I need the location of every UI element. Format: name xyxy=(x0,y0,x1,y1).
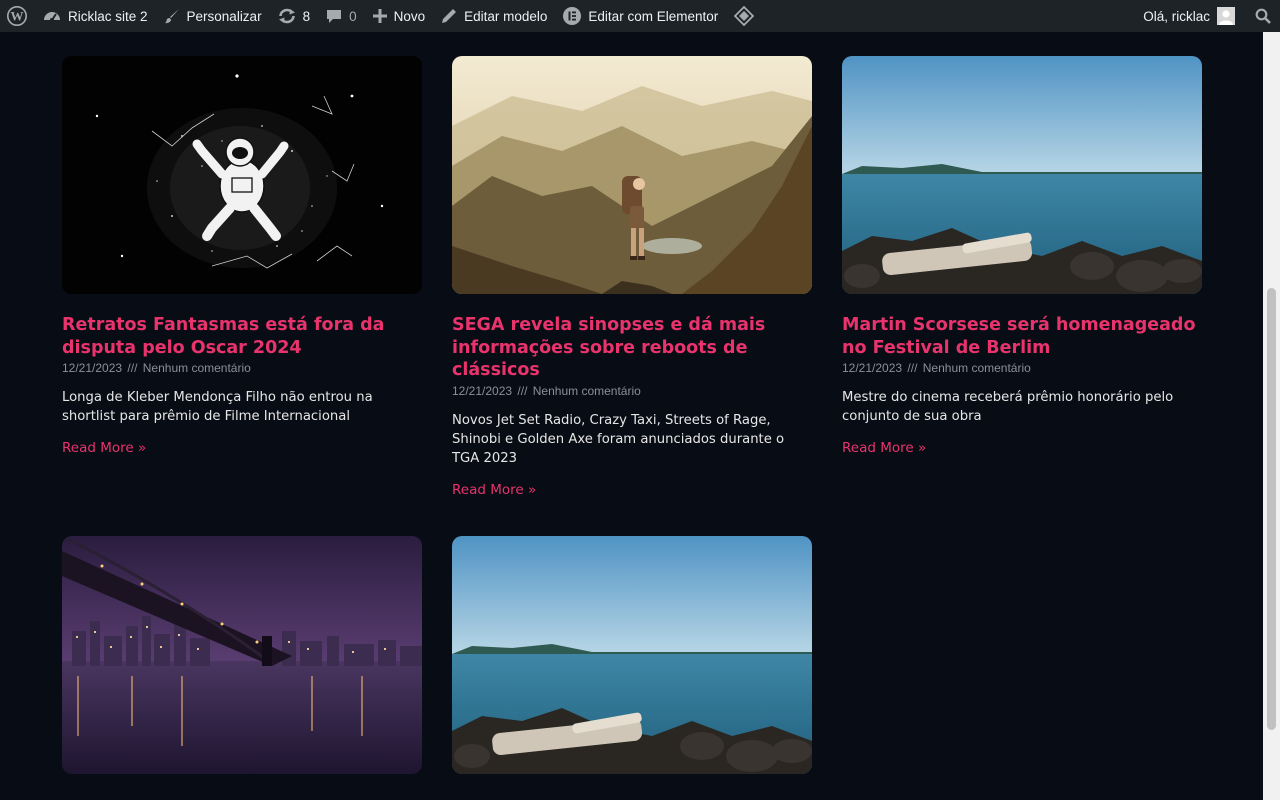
post-date: 12/21/2023 xyxy=(62,361,123,375)
post-title[interactable]: SEGA revela sinopses e dá mais informaçõ… xyxy=(452,314,812,382)
edit-elementor-link[interactable]: Editar com Elementor xyxy=(555,0,726,32)
paintbrush-icon xyxy=(164,8,180,24)
bridge-night-image xyxy=(62,536,422,774)
post-comments: Nenhum comentário xyxy=(532,383,641,398)
updates-count: 8 xyxy=(302,8,311,24)
post-thumbnail[interactable] xyxy=(452,56,812,294)
elementor-icon xyxy=(563,7,582,25)
account-menu[interactable]: Olá, ricklac xyxy=(1135,0,1243,32)
wordpress-logo-button[interactable]: W xyxy=(0,0,35,32)
edit-template-label: Editar modelo xyxy=(464,8,548,24)
hiker-image xyxy=(452,56,812,294)
diamond-menu-button[interactable] xyxy=(726,0,762,32)
post-meta: 12/21/2023 /// Nenhum comentário xyxy=(62,360,422,376)
plus-icon xyxy=(372,9,387,23)
dashboard-icon xyxy=(43,8,61,24)
comments-link[interactable]: 0 xyxy=(318,0,365,32)
admin-bar: W Ricklac site 2 Personalizar 8 0 Novo E… xyxy=(0,0,1280,32)
read-more-link[interactable]: Read More » xyxy=(842,440,926,456)
meta-separator: /// xyxy=(127,361,138,375)
post-thumbnail[interactable] xyxy=(62,536,422,774)
pencil-icon xyxy=(441,8,457,24)
post-excerpt: Longa de Kleber Mendonça Filho não entro… xyxy=(62,390,373,424)
post-comments: Nenhum comentário xyxy=(922,361,1031,375)
post-meta: 12/21/2023 /// Nenhum comentário xyxy=(452,383,812,399)
greeting-label: Olá, ricklac xyxy=(1143,8,1210,24)
post-card: Retratos Fantasmas está fora da disputa … xyxy=(62,56,422,456)
new-content-label: Novo xyxy=(393,8,426,24)
post-title[interactable]: Martin Scorsese será homenageado no Fest… xyxy=(842,314,1202,359)
read-more-link[interactable]: Read More » xyxy=(452,482,536,498)
diamond-icon xyxy=(734,6,755,26)
avatar xyxy=(1217,7,1235,25)
post-thumbnail[interactable] xyxy=(842,56,1202,294)
post-meta: 12/21/2023 /// Nenhum comentário xyxy=(842,360,1202,376)
search-icon xyxy=(1255,8,1271,24)
site-name-link[interactable]: Ricklac site 2 xyxy=(35,0,156,32)
post-date: 12/21/2023 xyxy=(452,383,513,398)
search-button[interactable] xyxy=(1243,0,1280,32)
post-excerpt: Novos Jet Set Radio, Crazy Taxi, Streets… xyxy=(452,412,785,466)
comments-count: 0 xyxy=(349,8,357,24)
edit-elementor-label: Editar com Elementor xyxy=(588,8,719,24)
wordpress-icon: W xyxy=(7,6,27,26)
post-thumbnail[interactable] xyxy=(62,56,422,294)
customize-label: Personalizar xyxy=(186,8,262,24)
updates-icon xyxy=(278,8,296,24)
astronaut-image xyxy=(62,56,422,294)
post-excerpt: Mestre do cinema receberá prêmio honorár… xyxy=(842,390,1174,424)
sea-driftwood-image xyxy=(452,536,812,774)
post-comments: Nenhum comentário xyxy=(142,361,251,375)
customize-link[interactable]: Personalizar xyxy=(156,0,270,32)
read-more-link[interactable]: Read More » xyxy=(62,440,146,456)
meta-separator: /// xyxy=(907,361,918,375)
svg-text:W: W xyxy=(11,9,24,24)
post-card: Martin Scorsese será homenageado no Fest… xyxy=(842,56,1202,456)
post-card xyxy=(452,536,812,774)
post-card xyxy=(62,536,422,774)
post-thumbnail[interactable] xyxy=(452,536,812,774)
post-card: SEGA revela sinopses e dá mais informaçõ… xyxy=(452,56,812,498)
edit-template-link[interactable]: Editar modelo xyxy=(433,0,555,32)
meta-separator: /// xyxy=(517,383,528,398)
new-content-link[interactable]: Novo xyxy=(365,0,434,32)
site-name-label: Ricklac site 2 xyxy=(68,8,148,24)
post-date: 12/21/2023 xyxy=(842,361,903,375)
sea-driftwood-image xyxy=(842,56,1202,294)
page-scrollbar[interactable] xyxy=(1263,32,1280,800)
scrollbar-thumb[interactable] xyxy=(1267,288,1276,730)
updates-link[interactable]: 8 xyxy=(270,0,319,32)
comment-bubble-icon xyxy=(326,8,342,24)
post-title[interactable]: Retratos Fantasmas está fora da disputa … xyxy=(62,314,422,359)
